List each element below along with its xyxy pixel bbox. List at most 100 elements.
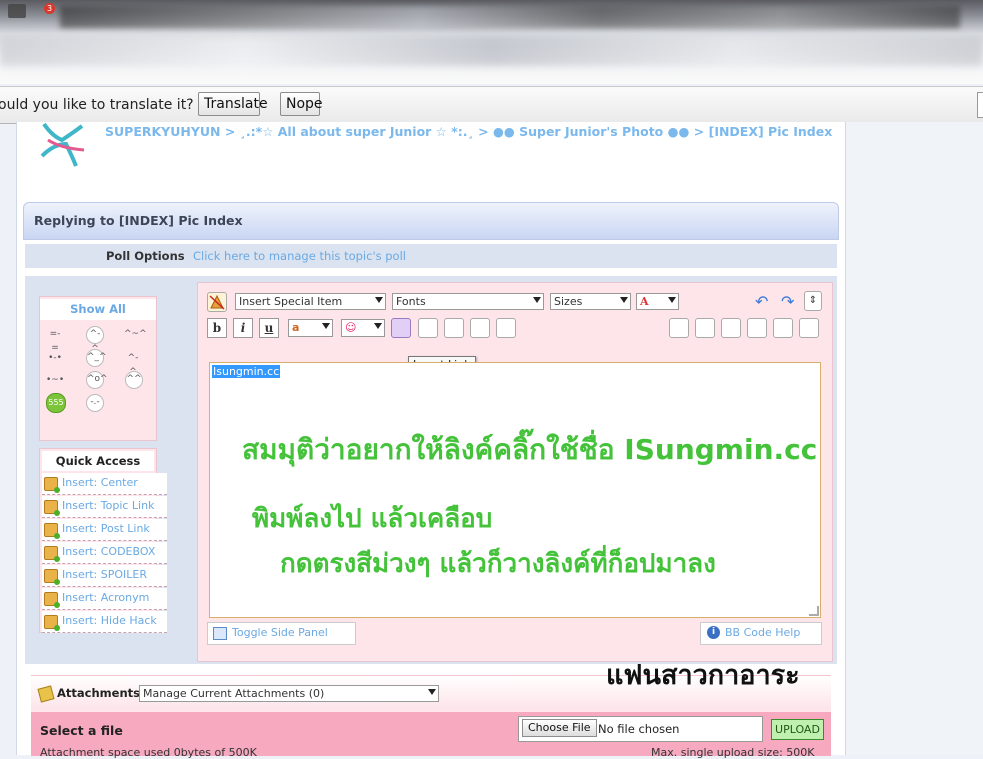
watermark-text: แฟนสาวกาอาระ: [606, 660, 800, 691]
quick-access-item[interactable]: Insert: Hide Hack: [42, 611, 167, 633]
emoticon-select[interactable]: ☺: [341, 319, 385, 337]
browser-chrome: 3: [0, 0, 983, 84]
annotation-line-3: กดตรงสีม่วงๆ แล้วก็วางลิงค์ที่ก็อปมาลง: [280, 549, 716, 579]
redo-icon[interactable]: ↷: [781, 292, 799, 311]
insert-link-icon[interactable]: [391, 318, 411, 338]
upload-button[interactable]: UPLOAD: [771, 719, 824, 740]
insert-email-icon[interactable]: [444, 318, 464, 338]
unordered-list-icon[interactable]: [799, 318, 819, 338]
notification-badge: 3: [44, 3, 55, 14]
insert-image-icon[interactable]: [418, 318, 438, 338]
quick-access-item[interactable]: Insert: Acronym: [42, 588, 167, 610]
highlight-icon: a: [292, 321, 300, 334]
translate-message: ould you like to translate it?: [0, 97, 194, 113]
ordered-list-icon[interactable]: [773, 318, 793, 338]
quick-access-panel: Quick Access Insert: Center Insert: Topi…: [39, 448, 167, 633]
insert-icon: [44, 592, 60, 608]
post-textarea[interactable]: Isungmin.cc สมมุติว่าอยากให้ลิงค์คลิ๊กใช…: [209, 362, 821, 618]
quick-access-item[interactable]: Insert: SPOILER: [42, 565, 167, 587]
underline-button[interactable]: u: [259, 318, 279, 338]
quick-access-list: Insert: Center Insert: Topic Link Insert…: [42, 473, 167, 634]
breadcrumb[interactable]: SUPERKYUHYUN > ¸.:*☆ All about super Jun…: [105, 124, 832, 139]
resize-handle[interactable]: [809, 606, 819, 616]
quick-access-item[interactable]: Insert: CODEBOX: [42, 542, 167, 564]
blurred-tab-strip: [60, 6, 960, 28]
quick-access-label: Insert: Acronym: [62, 591, 150, 604]
manage-attachments-select[interactable]: Manage Current Attachments (0): [139, 685, 439, 702]
italic-button[interactable]: i: [233, 318, 253, 338]
quick-access-item[interactable]: Insert: Topic Link: [42, 496, 167, 518]
show-all-emoticons-link[interactable]: Show All: [40, 299, 156, 320]
emoticon-9[interactable]: ^^: [125, 371, 143, 389]
file-upload-row: Select a file Choose File No file chosen…: [31, 712, 831, 759]
remove-format-icon[interactable]: [207, 292, 227, 312]
quick-access-item[interactable]: Insert: Center: [42, 473, 167, 495]
insert-quote-icon[interactable]: [470, 318, 490, 338]
app-icon[interactable]: [8, 4, 26, 18]
bb-code-help-label: BB Code Help: [725, 626, 801, 639]
nope-button[interactable]: Nope: [280, 92, 323, 116]
special-item-select[interactable]: Insert Special Item: [235, 293, 386, 310]
quick-access-label: Insert: SPOILER: [62, 568, 147, 581]
emoticon-11[interactable]: -.-: [86, 394, 104, 412]
forum-logo-icon: [22, 122, 100, 172]
chevron-down-icon: [374, 323, 382, 329]
emoticon-8[interactable]: ^o^: [86, 371, 108, 389]
emoticon-5[interactable]: ^_^: [86, 349, 107, 367]
attachment-space-info: Attachment space used 0bytes of 500K: [40, 746, 257, 759]
font-select[interactable]: Fonts: [392, 293, 544, 310]
emoticon-4[interactable]: •-•: [46, 351, 64, 365]
manage-attachments-label: Manage Current Attachments (0): [143, 687, 325, 700]
choose-file-button[interactable]: Choose File: [522, 719, 597, 737]
insert-icon: [44, 546, 60, 562]
poll-options-label: Poll Options: [106, 249, 185, 263]
align-right-icon[interactable]: [747, 318, 767, 338]
emoticon-panel: Show All =-= ^-^ ^~^ •-• ^_^ ^-^ •~• ^o^…: [39, 296, 157, 441]
indent-icon[interactable]: [669, 318, 689, 338]
selected-text[interactable]: Isungmin.cc: [212, 365, 281, 378]
quick-access-item[interactable]: Insert: Post Link: [42, 519, 167, 541]
font-color-label: A: [640, 295, 649, 308]
translate-button[interactable]: Translate: [198, 92, 268, 116]
toggle-side-panel-button[interactable]: Toggle Side Panel: [207, 622, 356, 645]
annotation-line-2: พิมพ์ลงไป แล้วเคลือบ: [252, 504, 493, 534]
emoticon-7[interactable]: •~•: [46, 373, 64, 387]
info-icon: i: [707, 626, 720, 639]
insert-icon: [44, 500, 60, 516]
translate-options-button[interactable]: [977, 92, 983, 118]
side-panel-icon: [213, 627, 227, 640]
translate-bar: ould you like to translate it? Translate…: [0, 86, 983, 124]
bb-code-help-button[interactable]: i BB Code Help: [700, 622, 822, 645]
emoticon-10[interactable]: 555: [46, 393, 66, 413]
quick-access-label: Insert: Center: [62, 476, 138, 489]
annotation-line-1: สมมุติว่าอยากให้ลิงค์คลิ๊กใช้ชื่อ ISungm…: [242, 433, 818, 466]
align-left-icon[interactable]: [695, 318, 715, 338]
attachments-label: Attachments: [57, 686, 140, 700]
bold-button[interactable]: b: [207, 318, 227, 338]
font-color-select[interactable]: A: [636, 293, 679, 310]
resize-editor-icon[interactable]: ⇕: [804, 291, 822, 311]
post-editor: Insert Special Item Fonts Sizes A ↶ ↷ ⇕ …: [197, 282, 833, 662]
reply-title: Replying to [INDEX] Pic Index: [34, 213, 243, 228]
file-input[interactable]: Choose File No file chosen: [518, 716, 763, 742]
insert-code-icon[interactable]: [496, 318, 516, 338]
blurred-address-bar: [0, 36, 983, 66]
manage-poll-link[interactable]: Click here to manage this topic's poll: [193, 249, 406, 263]
emoticon-2[interactable]: ^-^: [86, 326, 104, 354]
chevron-down-icon: [668, 297, 676, 303]
size-select[interactable]: Sizes: [550, 293, 631, 310]
page-right-margin: [845, 122, 983, 755]
emoticon-6[interactable]: ^-^: [124, 351, 142, 377]
insert-icon: [44, 615, 60, 631]
insert-icon: [44, 477, 60, 493]
emoticon-1[interactable]: =-=: [46, 327, 64, 353]
highlight-color-select[interactable]: a: [288, 319, 333, 337]
chevron-down-icon: [375, 297, 383, 303]
paperclip-icon: [37, 685, 55, 703]
align-center-icon[interactable]: [721, 318, 741, 338]
chevron-down-icon: [533, 297, 541, 303]
toggle-side-panel-label: Toggle Side Panel: [232, 626, 328, 639]
undo-icon[interactable]: ↶: [755, 292, 773, 311]
emoticon-3[interactable]: ^~^: [124, 327, 147, 341]
reply-header: Replying to [INDEX] Pic Index: [23, 202, 839, 240]
